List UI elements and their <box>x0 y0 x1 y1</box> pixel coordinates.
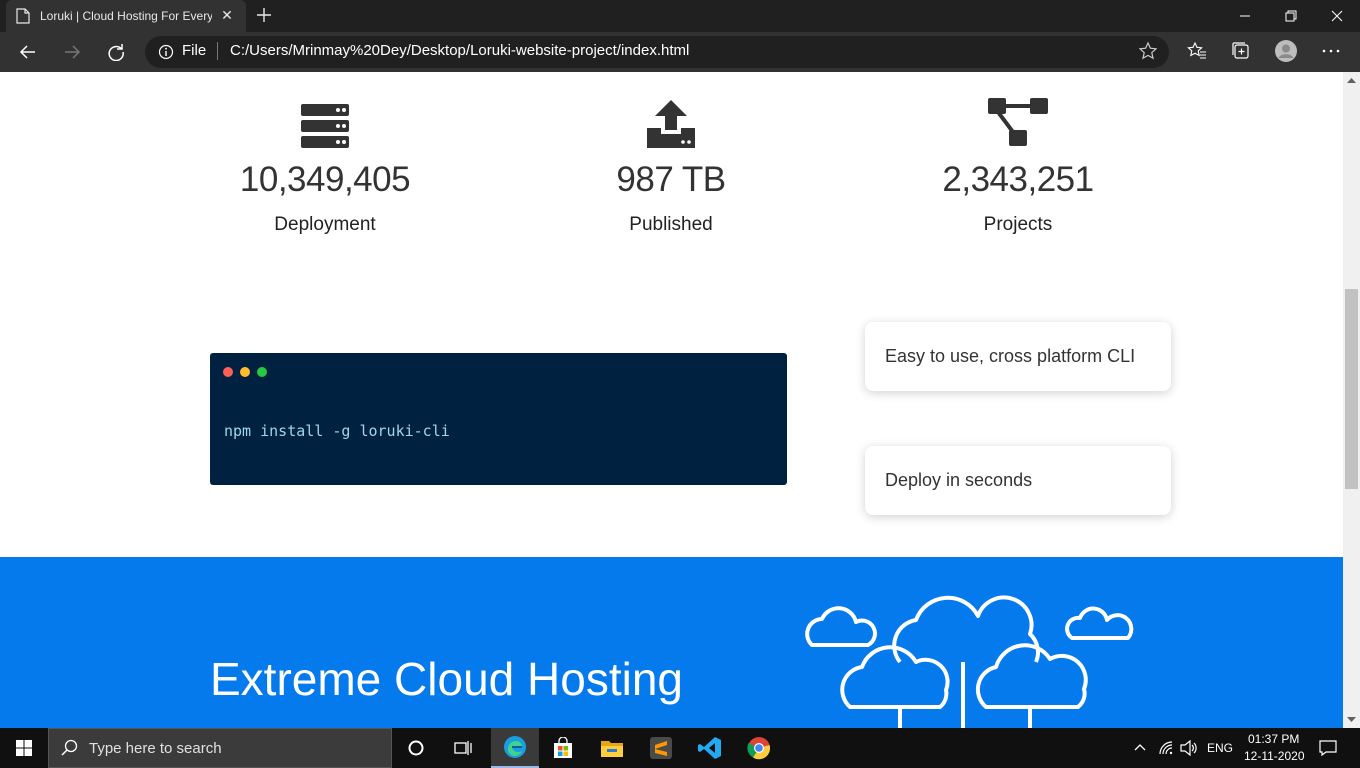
stat-published: 987 TB Published <box>541 98 801 236</box>
stat-deployment: 10,349,405 Deployment <box>195 98 455 236</box>
page-icon <box>16 8 30 24</box>
minimize-icon[interactable] <box>1222 0 1268 32</box>
stat-projects: 2,343,251 Projects <box>888 98 1148 236</box>
collections-icon[interactable] <box>1230 40 1252 62</box>
feature-card: Easy to use, cross platform CLI <box>865 322 1171 391</box>
cli-terminal: npm install -g loruki-cli <box>210 353 787 485</box>
scroll-down-icon[interactable] <box>1347 715 1356 724</box>
restore-icon[interactable] <box>1268 0 1314 32</box>
address-url[interactable]: C:/Users/Mrinmay%20Dey/Desktop/Loruki-we… <box>230 42 689 59</box>
page-scrollbar[interactable] <box>1343 72 1360 728</box>
stat-label: Published <box>629 214 713 235</box>
tab-strip: Loruki | Cloud Hosting For Everyone ✕ <box>0 0 1360 32</box>
favorite-star-icon[interactable] <box>1138 41 1158 61</box>
tab-close-icon[interactable]: ✕ <box>220 8 234 24</box>
stat-value: 987 TB <box>616 160 726 199</box>
terminal-close-dot <box>223 367 233 377</box>
task-view-icon[interactable] <box>440 728 488 768</box>
hero-section: Extreme Cloud Hosting <box>0 557 1343 728</box>
search-icon <box>61 739 78 756</box>
scroll-thumb[interactable] <box>1345 289 1358 489</box>
address-scheme: File <box>182 42 207 59</box>
stat-label: Projects <box>983 214 1053 235</box>
back-icon[interactable] <box>16 40 40 64</box>
stat-value: 2,343,251 <box>942 160 1094 199</box>
more-icon[interactable] <box>1320 40 1342 62</box>
cloud-network-icon <box>805 595 1134 728</box>
terminal-command: npm install -g loruki-cli <box>224 422 450 440</box>
hero-title: Extreme Cloud Hosting <box>210 653 683 705</box>
terminal-minimize-dot <box>240 367 250 377</box>
refresh-icon[interactable] <box>104 40 128 64</box>
terminal-maximize-dot <box>257 367 267 377</box>
sublime-text-icon[interactable] <box>637 728 685 768</box>
tab-title: Loruki | Cloud Hosting For Everyone <box>40 9 212 23</box>
chrome-icon[interactable] <box>735 728 783 768</box>
feature-card: Deploy in seconds <box>865 446 1171 515</box>
close-icon[interactable] <box>1314 0 1360 32</box>
search-placeholder: Type here to search <box>89 739 222 757</box>
cortana-icon[interactable] <box>392 728 440 768</box>
info-icon[interactable] <box>158 44 174 60</box>
project-diagram-icon <box>888 98 1148 148</box>
wifi-icon[interactable] <box>1158 740 1174 756</box>
server-icon <box>195 98 455 148</box>
browser-tab[interactable]: Loruki | Cloud Hosting For Everyone ✕ <box>6 0 246 32</box>
edge-icon[interactable] <box>491 728 539 768</box>
address-separator <box>217 42 218 60</box>
profile-icon[interactable] <box>1275 40 1297 62</box>
volume-icon[interactable] <box>1180 740 1198 756</box>
store-icon[interactable] <box>539 728 587 768</box>
forward-icon[interactable] <box>60 40 84 64</box>
new-tab-icon[interactable] <box>254 5 274 25</box>
vscode-icon[interactable] <box>686 728 734 768</box>
notification-icon[interactable] <box>1319 740 1337 756</box>
upload-icon <box>541 98 801 148</box>
stat-label: Deployment <box>274 214 376 235</box>
language-indicator[interactable]: ENG <box>1207 741 1233 755</box>
chevron-up-icon[interactable] <box>1134 743 1146 751</box>
clock-date[interactable]: 12-11-2020 <box>1244 749 1305 763</box>
stat-value: 10,349,405 <box>239 160 411 199</box>
file-explorer-icon[interactable] <box>588 728 636 768</box>
clock-time[interactable]: 01:37 PM <box>1248 732 1299 746</box>
scroll-up-icon[interactable] <box>1347 76 1356 85</box>
taskbar-search[interactable]: Type here to search <box>48 728 392 768</box>
windows-taskbar: Type here to search ENG 01:37 PM 12-11-2… <box>0 728 1360 768</box>
windows-start-icon[interactable] <box>0 728 48 768</box>
page-viewport: 10,349,405 Deployment 987 TB Published 2… <box>0 72 1343 728</box>
favorites-icon[interactable] <box>1186 40 1208 62</box>
